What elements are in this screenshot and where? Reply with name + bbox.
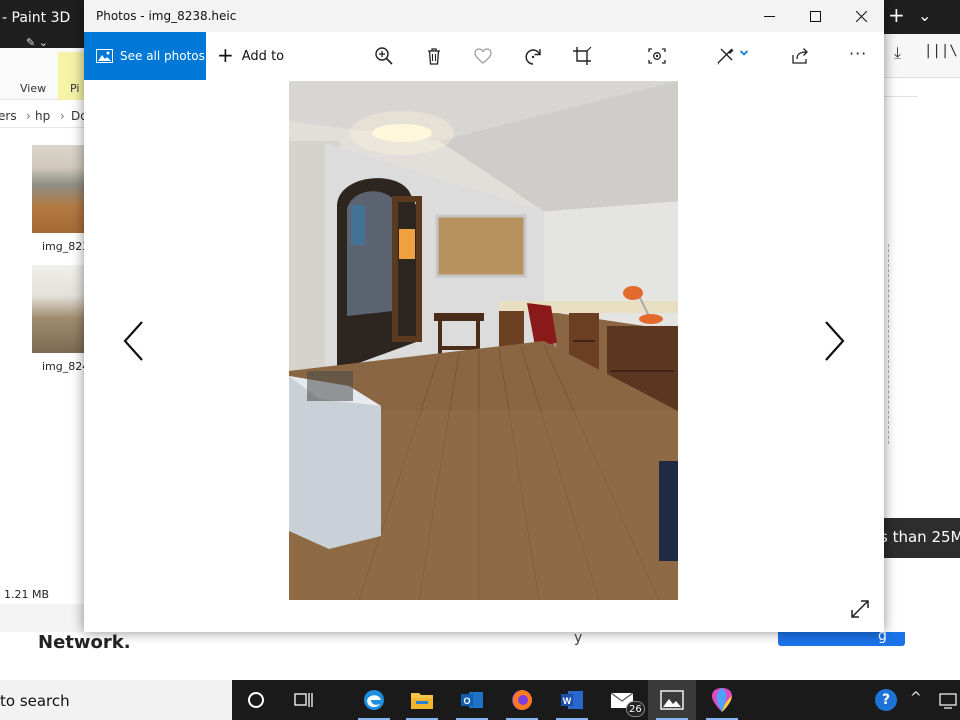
minimize-icon — [763, 15, 775, 17]
close-icon — [855, 10, 867, 22]
delete-icon[interactable] — [424, 46, 444, 66]
drop-zone-border — [888, 244, 889, 444]
ribbon-tab-view[interactable]: View — [20, 82, 46, 95]
next-photo-button[interactable] — [822, 320, 846, 362]
submit-button[interactable]: g — [778, 628, 905, 646]
chevron-right-icon: › — [60, 109, 65, 123]
show-hidden-icons[interactable]: ^ — [910, 690, 922, 706]
browser-tabbar: + ⌄ — [884, 0, 960, 34]
taskbar-mail[interactable]: 26 — [598, 680, 646, 720]
address-bar[interactable]: ers › hp › Do — [0, 104, 84, 128]
folder-icon — [411, 693, 433, 709]
taskbar-file-explorer[interactable] — [398, 680, 446, 720]
explorer-statusbar — [0, 604, 84, 632]
more-label: ··· — [849, 44, 868, 63]
enhance-icon[interactable] — [647, 46, 667, 66]
chevron-down-icon[interactable] — [739, 48, 749, 58]
photo-viewer[interactable] — [84, 80, 884, 632]
browser-toolbar: ⤓ |||\ — [884, 34, 960, 78]
photo-icon — [96, 49, 113, 63]
webpage-content: Network. y g — [0, 628, 960, 680]
svg-text:W: W — [563, 696, 572, 706]
firefox-icon — [512, 690, 532, 710]
network-icon[interactable] — [938, 690, 960, 710]
share-icon[interactable] — [790, 46, 810, 66]
photos-app-icon — [660, 690, 684, 710]
divider — [884, 96, 918, 97]
outlook-icon: O — [461, 692, 483, 708]
maximize-button[interactable] — [792, 0, 838, 32]
taskbar-firefox[interactable] — [498, 680, 546, 720]
task-view-icon — [294, 693, 313, 707]
expand-fullscreen-button[interactable] — [850, 599, 870, 619]
minimize-button[interactable] — [746, 0, 792, 32]
chevron-down-icon[interactable]: ⌄ — [918, 6, 931, 25]
see-all-photos-label: See all photos — [120, 49, 205, 63]
file-thumbnail[interactable] — [32, 145, 84, 233]
tooltip-text: s than 25ME — [884, 528, 960, 546]
file-thumbnail[interactable] — [32, 265, 84, 353]
file-name: img_824 — [42, 360, 90, 373]
task-view-button[interactable] — [280, 680, 328, 720]
paint3d-title: - Paint 3D — [2, 10, 71, 26]
new-tab-icon[interactable]: + — [888, 3, 905, 27]
chevron-right-icon: › — [26, 109, 31, 123]
page-text-fragment: y — [574, 630, 583, 646]
close-button[interactable] — [838, 0, 884, 32]
edit-create-icon[interactable] — [715, 46, 735, 66]
mail-badge: 26 — [626, 701, 645, 717]
photos-titlebar[interactable]: Photos - img_8238.heic — [84, 0, 884, 32]
paint3d-icon — [712, 688, 732, 712]
add-to-button[interactable]: + Add to — [217, 32, 284, 80]
more-icon[interactable]: ··· — [849, 44, 869, 64]
photos-window: Photos - img_8238.heic See all photos + … — [84, 0, 884, 632]
rotate-icon[interactable] — [523, 46, 543, 66]
crop-icon[interactable] — [572, 46, 592, 66]
address-part[interactable]: ers — [0, 109, 17, 123]
taskbar-outlook[interactable]: O — [448, 680, 496, 720]
window-title: Photos - img_8238.heic — [96, 9, 237, 23]
taskbar-search-box[interactable]: to search — [0, 680, 232, 720]
taskbar-paint-3d[interactable] — [698, 680, 746, 720]
address-part[interactable]: Do — [71, 109, 84, 123]
zoom-in-icon[interactable] — [374, 46, 394, 66]
word-icon: W — [561, 691, 583, 709]
taskbar-photos[interactable] — [648, 680, 696, 720]
previous-photo-button[interactable] — [122, 320, 146, 362]
svg-text:O: O — [463, 696, 470, 706]
download-icon[interactable]: ⤓ — [894, 43, 901, 63]
explorer-ribbon: View Pi — [0, 48, 84, 100]
see-all-photos-button[interactable]: See all photos — [84, 32, 206, 80]
taskbar-edge[interactable] — [350, 680, 398, 720]
edge-icon — [364, 690, 384, 710]
cortana-icon — [248, 692, 264, 708]
help-icon[interactable]: ? — [875, 689, 897, 711]
search-placeholder: to search — [0, 692, 70, 710]
command-bar: See all photos + Add to ··· — [84, 32, 884, 80]
taskbar: to search O W 26 ? ^ — [0, 680, 960, 720]
library-icon[interactable]: |||\ — [924, 43, 958, 59]
plus-icon: + — [217, 43, 234, 67]
browser-window: + ⌄ ⤓ |||\ s than 25ME — [884, 0, 960, 632]
tooltip: s than 25ME — [884, 518, 960, 558]
paint3d-titlebar[interactable]: - Paint 3D ✎ ⌄ — [0, 0, 84, 49]
address-part[interactable]: hp — [35, 109, 50, 123]
chevron-left-icon — [123, 321, 143, 361]
favorite-icon[interactable] — [473, 46, 493, 66]
selection-size: 1.21 MB — [4, 588, 50, 601]
ribbon-tab-picture-tools[interactable]: Pi — [58, 52, 84, 100]
cortana-button[interactable] — [232, 680, 280, 720]
taskbar-word[interactable]: W — [548, 680, 596, 720]
expand-icon — [851, 600, 869, 618]
file-name: img_823 — [42, 240, 90, 253]
maximize-icon — [809, 10, 821, 22]
add-to-label: Add to — [241, 48, 285, 64]
chevron-right-icon — [825, 321, 845, 361]
displayed-photo — [289, 81, 678, 600]
file-explorer-window: View Pi ers › hp › Do img_823 img_824 1.… — [0, 48, 89, 632]
picture-tab-label: Pi — [70, 82, 80, 95]
page-heading: Network. — [38, 632, 131, 653]
